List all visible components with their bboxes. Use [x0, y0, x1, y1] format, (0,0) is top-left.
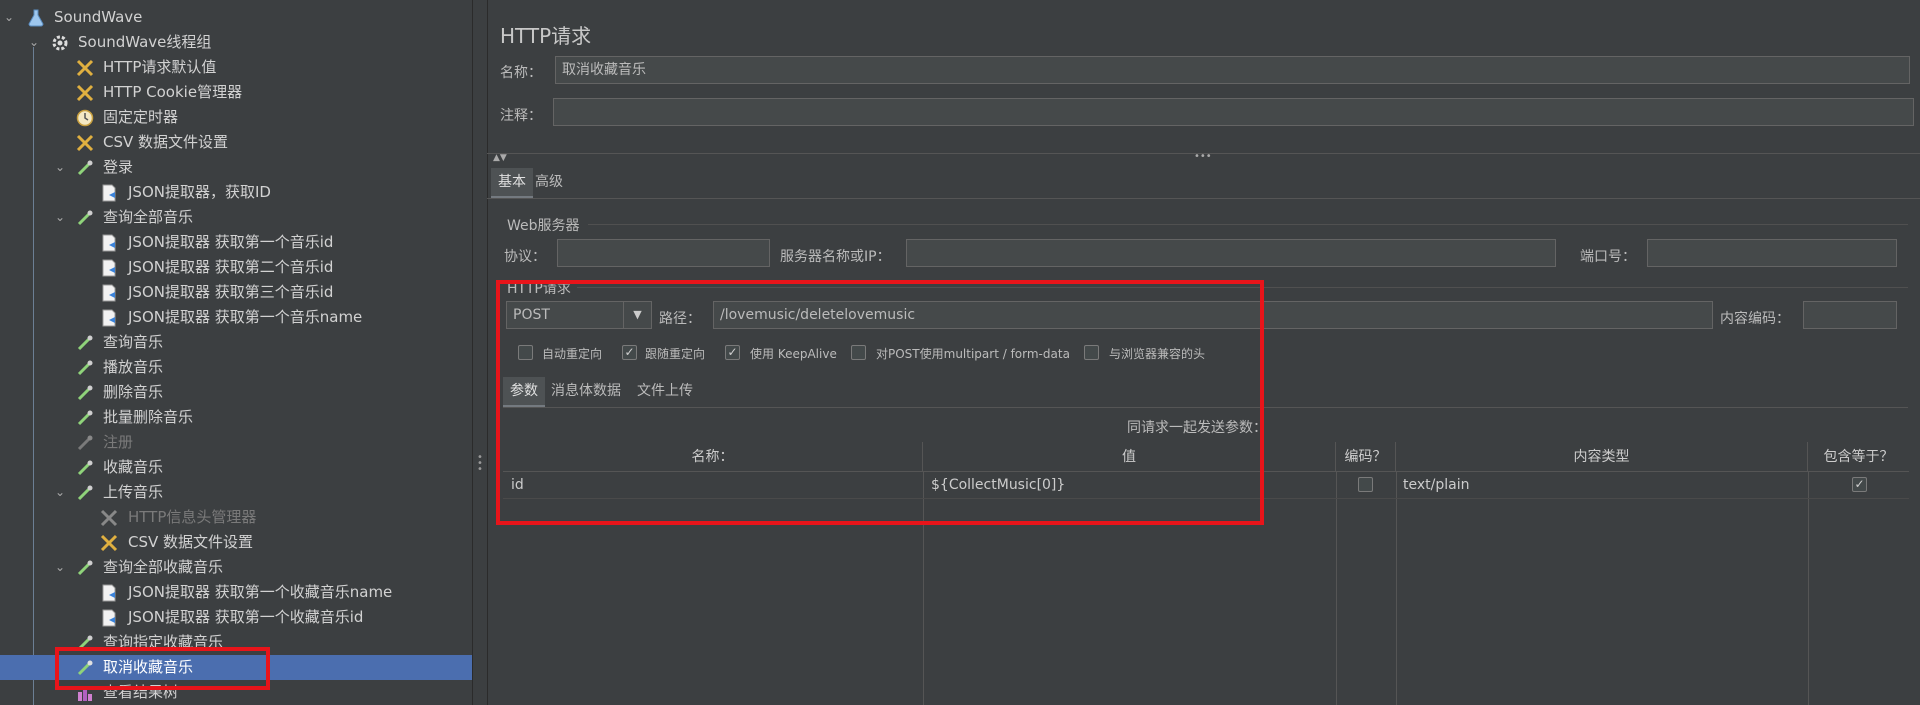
tree-item-delete-music[interactable]: 删除音乐 [0, 380, 472, 405]
tree-item-json-extractor-2[interactable]: JSON提取器 获取第二个音乐id [0, 255, 472, 280]
comment-field[interactable] [553, 98, 1914, 126]
encoding-label: 内容编码： [1720, 311, 1790, 327]
pipette-icon [77, 210, 93, 226]
tab-basic[interactable]: 基本 [491, 168, 533, 198]
name-label: 名称： [500, 65, 542, 81]
tree-item-cookie-manager[interactable]: HTTP Cookie管理器 [0, 80, 472, 105]
chevron-down-icon[interactable]: ⌄ [2, 5, 16, 30]
pipette-icon [77, 385, 93, 401]
column-divider [1808, 472, 1809, 705]
comment-label: 注释： [500, 108, 542, 124]
page-title: HTTP请求 [500, 24, 592, 48]
chevron-down-icon[interactable]: ⌄ [53, 205, 67, 230]
server-field[interactable] [906, 239, 1556, 267]
document-icon [102, 234, 116, 252]
tree-item-json-extractor-3[interactable]: JSON提取器 获取第三个音乐id [0, 280, 472, 305]
pipette-icon [77, 485, 93, 501]
tree-item-login[interactable]: ⌄ 登录 [0, 155, 472, 180]
tree-item-collect-music[interactable]: 收藏音乐 [0, 455, 472, 480]
section-divider [588, 224, 1908, 225]
tools-icon [100, 534, 118, 552]
tab-advanced[interactable]: 高级 [528, 168, 570, 196]
tree-item-http-defaults[interactable]: HTTP请求默认值 [0, 55, 472, 80]
tree-item-play-music[interactable]: 播放音乐 [0, 355, 472, 380]
protocol-label: 协议： [504, 249, 546, 265]
chevron-down-icon[interactable]: ⌄ [53, 155, 67, 180]
tools-icon [76, 134, 94, 152]
pipette-icon [77, 460, 93, 476]
document-icon [102, 184, 116, 202]
tree-item-query-music[interactable]: 查询音乐 [0, 330, 472, 355]
pipette-icon [77, 435, 93, 451]
pipette-icon [77, 335, 93, 351]
document-icon [102, 609, 116, 627]
tree-item-json-collected-id[interactable]: JSON提取器 获取第一个收藏音乐id [0, 605, 472, 630]
column-divider [1396, 472, 1397, 705]
drag-handle-icon[interactable]: ••• [1194, 151, 1212, 162]
flask-icon [28, 9, 44, 27]
pipette-icon [77, 410, 93, 426]
pipette-icon [77, 560, 93, 576]
tree-item-json-extractor-1[interactable]: JSON提取器 获取第一个音乐id [0, 230, 472, 255]
column-divider [1336, 472, 1337, 705]
annotation-box-tree [55, 647, 270, 690]
tree-item-thread-group[interactable]: ⌄ SoundWave线程组 [0, 30, 472, 55]
document-icon [102, 584, 116, 602]
column-header-content-type[interactable]: 内容类型 [1396, 442, 1808, 472]
clock-icon [76, 109, 94, 127]
column-header-encode[interactable]: 编码？ [1336, 442, 1396, 472]
tree-item-json-extractor-name[interactable]: JSON提取器 获取第一个音乐name [0, 305, 472, 330]
drag-handle-icon: • • • [477, 452, 483, 475]
tools-icon [76, 59, 94, 77]
tab-divider [487, 198, 1920, 199]
document-icon [102, 259, 116, 277]
port-label: 端口号： [1580, 249, 1636, 265]
pipette-icon [77, 160, 93, 176]
web-server-section-title: Web服务器 [507, 218, 580, 234]
tree-item-soundwave[interactable]: ⌄ SoundWave [0, 5, 472, 30]
tree-item-constant-timer[interactable]: 固定定时器 [0, 105, 472, 130]
chevron-down-icon[interactable]: ⌄ [53, 555, 67, 580]
collapse-arrows-icon[interactable]: ▲▼ [493, 153, 507, 163]
document-icon [102, 284, 116, 302]
tree-item-csv-config[interactable]: CSV 数据文件设置 [0, 130, 472, 155]
tree-item-csv-config-2[interactable]: CSV 数据文件设置 [0, 530, 472, 555]
tree-item-batch-delete[interactable]: 批量删除音乐 [0, 405, 472, 430]
name-field[interactable]: 取消收藏音乐 [555, 56, 1910, 84]
encoding-field[interactable] [1803, 301, 1897, 329]
gear-icon [52, 35, 68, 51]
test-plan-tree[interactable]: ⌄ SoundWave ⌄ SoundWave线程组 HTTP请求默认值 HTT… [0, 0, 472, 705]
annotation-box-request [496, 280, 1264, 525]
port-field[interactable] [1647, 239, 1897, 267]
pane-splitter[interactable]: • • • [472, 0, 488, 705]
cell-encode-checkbox[interactable] [1358, 477, 1373, 492]
tree-item-query-all-music[interactable]: ⌄ 查询全部音乐 [0, 205, 472, 230]
http-request-panel: HTTP请求 名称： 取消收藏音乐 注释： ▲▼ ••• 基本 高级 Web服务… [487, 0, 1920, 705]
tools-icon [76, 84, 94, 102]
cell-content-type[interactable]: text/plain [1403, 472, 1469, 498]
cell-include-equals-checkbox[interactable]: ✓ [1852, 477, 1867, 492]
protocol-field[interactable] [557, 239, 770, 267]
tree-item-header-manager[interactable]: HTTP信息头管理器 [0, 505, 472, 530]
chevron-down-icon[interactable]: ⌄ [53, 480, 67, 505]
server-label: 服务器名称或IP： [780, 249, 891, 265]
pipette-icon [77, 360, 93, 376]
tree-item-register[interactable]: 注册 [0, 430, 472, 455]
chevron-down-icon[interactable]: ⌄ [27, 30, 41, 55]
tools-icon [100, 509, 118, 527]
document-icon [102, 309, 116, 327]
tree-item-query-all-collected[interactable]: ⌄ 查询全部收藏音乐 [0, 555, 472, 580]
tree-item-upload-music[interactable]: ⌄ 上传音乐 [0, 480, 472, 505]
column-header-include-equals[interactable]: 包含等于？ [1808, 442, 1909, 472]
tree-item-json-extractor-id[interactable]: JSON提取器，获取ID [0, 180, 472, 205]
tree-item-json-collected-name[interactable]: JSON提取器 获取第一个收藏音乐name [0, 580, 472, 605]
